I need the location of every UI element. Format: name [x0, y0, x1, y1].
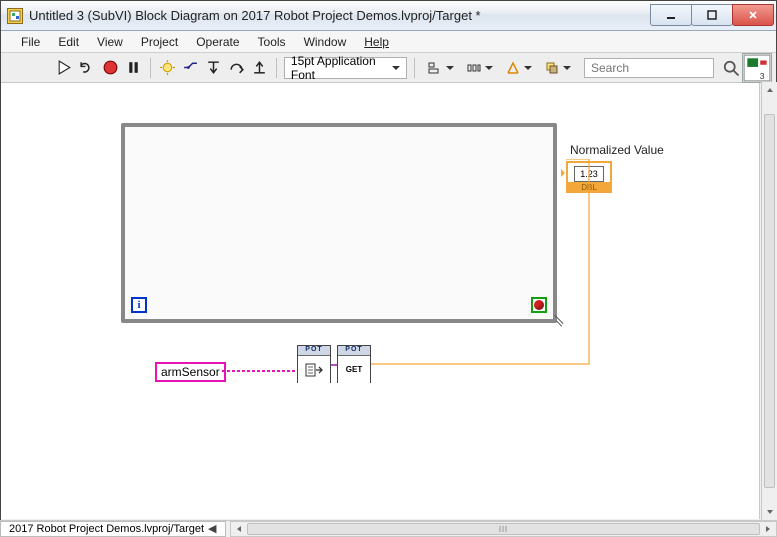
app-icon: [7, 8, 23, 24]
vertical-scrollbar[interactable]: [761, 82, 777, 520]
subvi-body: GET: [338, 356, 370, 383]
vi-icon[interactable]: 3: [742, 53, 772, 83]
step-into-button[interactable]: [204, 57, 223, 79]
watermark: NATIONAL INSTRUMENTS™ LabVIEW™ Evaluatio…: [448, 419, 735, 485]
retain-wire-values-button[interactable]: [181, 57, 200, 79]
minimize-button[interactable]: [650, 4, 692, 26]
statusbar: 2017 Robot Project Demos.lvproj/Target ◀: [0, 520, 777, 537]
ni-logo-icon: [448, 422, 500, 458]
watermark-line3: LabVIEW™ Evaluation Software: [448, 463, 735, 485]
subvi-header: POT: [298, 346, 330, 356]
iteration-terminal[interactable]: i: [131, 297, 147, 313]
wire-string: [222, 363, 297, 379]
subvi-header: POT: [338, 346, 370, 356]
pot-refnum-vi[interactable]: POT: [297, 345, 331, 383]
while-loop-structure[interactable]: i: [121, 123, 557, 323]
indicator-datatype: DBL: [568, 182, 610, 191]
search-button[interactable]: [720, 57, 742, 79]
scroll-up-button[interactable]: [762, 82, 777, 98]
scroll-left-button[interactable]: [231, 522, 247, 536]
watermark-line2: INSTRUMENTS™: [510, 442, 661, 461]
scroll-right-button[interactable]: [760, 522, 776, 536]
stop-terminal[interactable]: [531, 297, 547, 313]
run-button[interactable]: [55, 57, 74, 79]
search-input[interactable]: [584, 58, 714, 78]
step-out-button[interactable]: [250, 57, 269, 79]
indicator-label: Normalized Value: [566, 143, 706, 157]
watermark-line1: NATIONAL: [510, 419, 661, 442]
chevron-left-icon[interactable]: ◀: [208, 522, 216, 537]
abort-button[interactable]: [101, 57, 120, 79]
window-title: Untitled 3 (SubVI) Block Diagram on 2017…: [29, 8, 651, 23]
iteration-symbol: i: [137, 299, 140, 311]
menubar: File Edit View Project Operate Tools Win…: [1, 31, 776, 53]
menu-help[interactable]: Help: [356, 33, 397, 51]
scroll-down-button[interactable]: [762, 504, 777, 520]
font-selector[interactable]: 15pt Application Font: [284, 57, 407, 79]
separator: [276, 58, 277, 78]
separator: [150, 58, 151, 78]
indicator-direction-icon: [561, 169, 569, 177]
string-constant[interactable]: armSensor: [155, 362, 226, 382]
svg-text:3: 3: [760, 70, 765, 80]
numeric-indicator[interactable]: Normalized Value 1.23 DBL: [566, 143, 706, 193]
close-button[interactable]: [732, 4, 774, 26]
menu-project[interactable]: Project: [133, 33, 186, 51]
scrollbar-thumb[interactable]: [764, 114, 775, 488]
menu-edit[interactable]: Edit: [50, 33, 87, 51]
distribute-objects-button[interactable]: [461, 57, 496, 79]
toolbar: 15pt Application Font ? 3: [1, 53, 776, 83]
block-diagram-canvas[interactable]: i Normalized Value 1.23 DBL armSensor PO…: [1, 83, 760, 519]
maximize-button[interactable]: [691, 4, 733, 26]
align-objects-button[interactable]: [422, 57, 457, 79]
menu-operate[interactable]: Operate: [188, 33, 247, 51]
menu-tools[interactable]: Tools: [250, 33, 294, 51]
app-window: Untitled 3 (SubVI) Block Diagram on 2017…: [0, 0, 777, 537]
project-context-tab[interactable]: 2017 Robot Project Demos.lvproj/Target ◀: [0, 521, 226, 537]
indicator-value: 1.23: [574, 166, 604, 182]
context-text: 2017 Robot Project Demos.lvproj/Target: [9, 522, 204, 537]
subvi-body: [298, 356, 330, 383]
menu-window[interactable]: Window: [296, 33, 355, 51]
resize-handle-icon: [553, 315, 565, 327]
highlight-execution-button[interactable]: [158, 57, 177, 79]
horizontal-scrollbar[interactable]: [230, 521, 777, 537]
step-over-button[interactable]: [227, 57, 246, 79]
stop-icon: [534, 300, 544, 310]
menu-view[interactable]: View: [89, 33, 131, 51]
run-continuous-button[interactable]: [78, 57, 97, 79]
scrollbar-thumb[interactable]: [247, 523, 760, 535]
reorder-objects-button[interactable]: [539, 57, 574, 79]
menu-file[interactable]: File: [13, 33, 48, 51]
pot-get-vi[interactable]: POT GET: [337, 345, 371, 383]
separator: [414, 58, 415, 78]
titlebar: Untitled 3 (SubVI) Block Diagram on 2017…: [1, 1, 776, 31]
cleanup-diagram-button[interactable]: [500, 57, 535, 79]
pause-button[interactable]: [124, 57, 143, 79]
